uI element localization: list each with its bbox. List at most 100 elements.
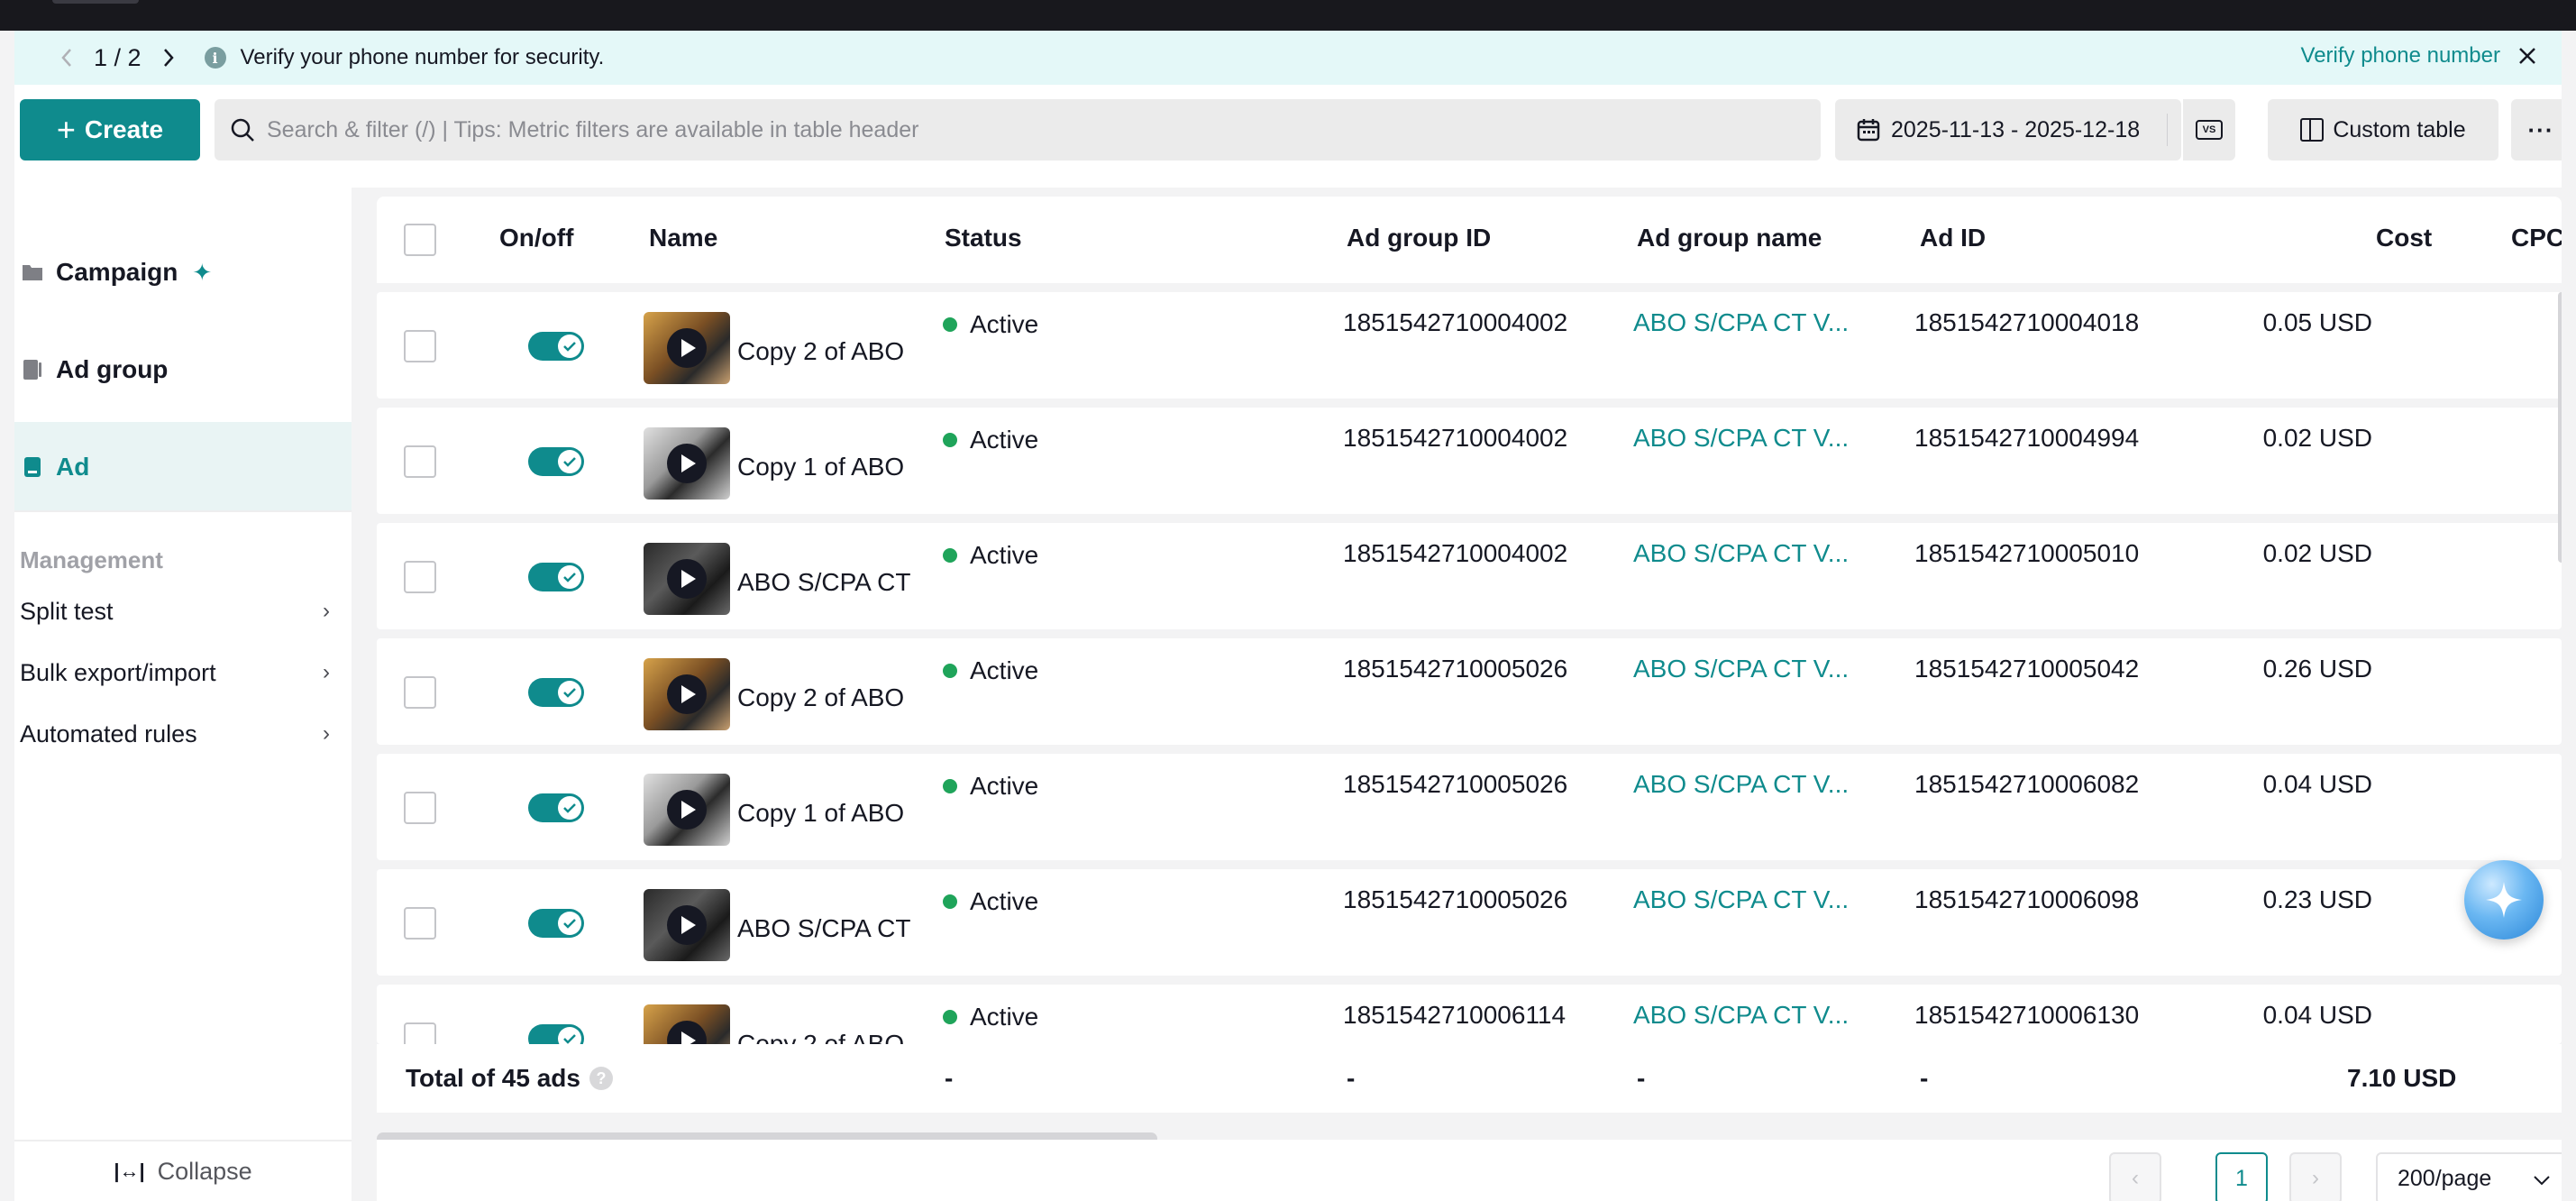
ad-group-name-link[interactable]: ABO S/CPA CT V... [1633,655,1849,683]
check-icon [558,565,581,589]
on-off-toggle[interactable] [528,563,584,591]
cost-value: 0.05 USD [2262,308,2372,336]
compare-vs-icon: VS [2196,120,2223,140]
ads-table: On/off Name Status Ad group ID Ad group … [377,197,2562,1145]
sidebar-item-split-test[interactable]: Split test › [20,589,335,634]
adgroup-icon [22,359,43,380]
page-number-button[interactable]: 1 [2215,1152,2268,1201]
sidebar-item-bulk-export-import[interactable]: Bulk export/import › [20,650,335,695]
row-checkbox[interactable] [404,676,436,709]
more-options-button[interactable]: ··· [2511,99,2562,160]
help-icon[interactable]: ? [589,1067,613,1090]
row-checkbox[interactable] [404,561,436,593]
status-dot [943,317,957,332]
column-header-status[interactable]: Status [945,224,1022,252]
row-checkbox[interactable] [404,907,436,940]
table-row[interactable]: Copy 2 of ABO Active 1851542710005026 AB… [377,638,2562,745]
cost-value: 0.02 USD [2262,539,2372,567]
custom-table-button[interactable]: Custom table [2268,99,2498,160]
check-icon [558,681,581,704]
video-thumbnail[interactable] [644,543,730,615]
chevron-right-icon[interactable] [151,40,187,76]
table-row[interactable]: Copy 1 of ABO Active 1851542710004002 AB… [377,408,2562,514]
column-header-ad-group-id[interactable]: Ad group ID [1347,224,1491,252]
video-thumbnail[interactable] [644,312,730,384]
column-header-cpc[interactable]: CPC ( [2511,224,2562,252]
ad-group-name-link[interactable]: ABO S/CPA CT V... [1633,539,1849,568]
close-icon[interactable] [2513,41,2542,70]
info-icon: i [204,47,226,69]
on-off-toggle[interactable] [528,332,584,361]
ad-name[interactable]: Copy 1 of ABO [737,453,904,481]
column-header-name[interactable]: Name [649,224,717,252]
ad-name[interactable]: Copy 2 of ABO [737,683,904,712]
ad-group-name-link[interactable]: ABO S/CPA CT V... [1633,424,1849,453]
row-checkbox[interactable] [404,330,436,362]
create-button[interactable]: + Create [20,99,200,160]
management-item-label: Automated rules [20,720,197,747]
row-checkbox[interactable] [404,792,436,824]
status-text: Active [970,426,1039,454]
totals-ad-group-id: - [1347,1064,1356,1092]
next-page-button[interactable]: › [2289,1152,2342,1201]
ad-group-name-link[interactable]: ABO S/CPA CT V... [1633,770,1849,799]
ad-name[interactable]: Copy 1 of ABO [737,799,904,828]
sidebar-item-ad-group[interactable]: Ad group [14,325,352,415]
window-top-strip [0,0,2576,31]
ad-group-name-link[interactable]: ABO S/CPA CT V... [1633,885,1849,914]
status-dot [943,894,957,909]
ad-group-name-link[interactable]: ABO S/CPA CT V... [1633,308,1849,337]
play-icon [667,559,707,599]
banner-message: Verify your phone number for security. [240,45,605,69]
column-header-onoff[interactable]: On/off [499,224,573,252]
collapse-button[interactable]: |↔| Collapse [14,1140,352,1201]
date-range-picker[interactable]: 2025-11-13 - 2025-12-18 [1835,99,2181,160]
on-off-toggle[interactable] [528,793,584,822]
search-filter-box[interactable] [215,99,1821,160]
table-row[interactable]: Copy 2 of ABO Active 1851542710004002 AB… [377,292,2562,399]
ad-name[interactable]: ABO S/CPA CT [737,914,910,943]
totals-cost: 7.10 USD [2347,1064,2457,1092]
video-thumbnail[interactable] [644,658,730,730]
table-row[interactable]: Copy 1 of ABO Active 1851542710005026 AB… [377,754,2562,860]
ad-group-id: 1851542710005026 [1343,770,1568,798]
on-off-toggle[interactable] [528,678,584,707]
column-header-ad-id[interactable]: Ad ID [1920,224,1986,252]
vertical-scrollbar[interactable] [2558,292,2562,563]
sparkle-icon: ✦ [192,258,213,286]
video-thumbnail[interactable] [644,427,730,500]
search-input[interactable] [267,116,1709,143]
video-thumbnail[interactable] [644,889,730,961]
sidebar-item-automated-rules[interactable]: Automated rules › [20,711,335,756]
on-off-toggle[interactable] [528,447,584,476]
row-checkbox[interactable] [404,445,436,478]
page-size-select[interactable]: 200/page [2376,1152,2562,1201]
status-dot [943,664,957,678]
table-totals-row: Total of 45 ads ? - - - - 7.10 USD [377,1044,2562,1113]
cost-value: 0.02 USD [2262,424,2372,452]
compare-button[interactable]: VS [2183,99,2235,160]
totals-ad-id: - [1920,1064,1929,1092]
sidebar-item-ad[interactable]: Ad [14,422,352,512]
ad-name[interactable]: Copy 2 of ABO [737,337,904,366]
status-badge: Active [943,887,1038,916]
table-row[interactable]: Copy 2 of ABO Active 1851542710006114 AB… [377,985,2562,1077]
column-header-ad-group-name[interactable]: Ad group name [1637,224,1822,252]
status-dot [943,779,957,793]
ad-name[interactable]: ABO S/CPA CT [737,568,910,597]
chevron-right-icon: › [323,599,330,623]
prev-page-button[interactable]: ‹ [2109,1152,2161,1201]
ad-group-name-link[interactable]: ABO S/CPA CT V... [1633,1001,1849,1030]
verify-phone-link[interactable]: Verify phone number [2301,43,2500,69]
chevron-left-icon[interactable] [49,40,85,76]
ai-assistant-button[interactable] [2464,860,2544,940]
table-row[interactable]: ABO S/CPA CT Active 1851542710004002 ABO… [377,523,2562,629]
video-thumbnail[interactable] [644,774,730,846]
on-off-toggle[interactable] [528,909,584,938]
column-header-cost[interactable]: Cost [2376,224,2432,252]
totals-ad-group-name: - [1637,1064,1646,1092]
sidebar-item-campaign[interactable]: Campaign ✦ [14,227,352,317]
table-row[interactable]: ABO S/CPA CT Active 1851542710005026 ABO… [377,869,2562,976]
status-badge: Active [943,1003,1038,1031]
select-all-checkbox[interactable] [404,224,436,256]
